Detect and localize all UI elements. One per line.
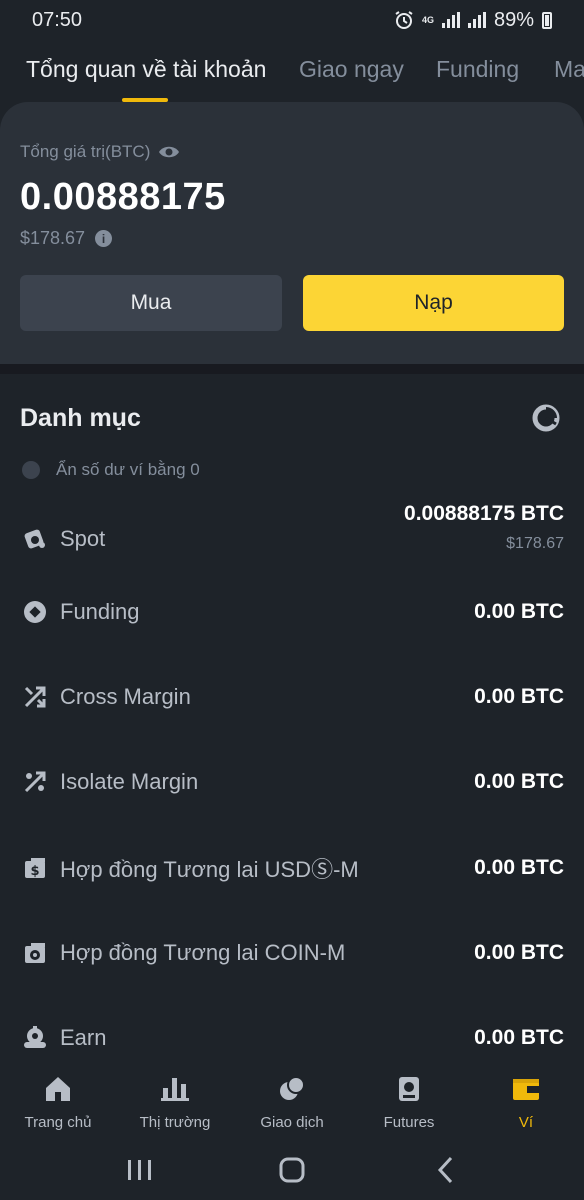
trade-icon <box>280 1076 305 1100</box>
account-row-spot[interactable]: Spot 0.00888175 BTC $178.67 <box>0 496 584 582</box>
markets-icon <box>161 1078 189 1101</box>
alarm-icon <box>395 11 413 29</box>
account-row-cross-margin[interactable]: Cross Margin 0.00 BTC <box>0 667 584 727</box>
eye-icon[interactable] <box>158 144 180 160</box>
usd-futures-icon: $ <box>25 858 45 879</box>
funding-icon <box>24 601 46 623</box>
account-row-usd-futures[interactable]: $ Hợp đồng Tương lai USDⓈ-M 0.00 BTC <box>0 838 584 898</box>
nav-label: Trang chủ <box>24 1114 92 1131</box>
nav-label: Thị trường <box>139 1114 211 1131</box>
account-amount: 0.00 BTC <box>474 941 564 964</box>
account-name: Funding <box>60 599 140 624</box>
account-amount: 0.00 BTC <box>474 770 564 793</box>
system-nav-bar <box>0 1140 584 1200</box>
nav-home[interactable]: Trang chủ <box>0 1064 116 1140</box>
section-divider <box>0 364 584 374</box>
account-name: Earn <box>60 1025 107 1050</box>
nav-label: Ví <box>518 1114 534 1131</box>
account-name: Isolate Margin <box>60 769 199 794</box>
wallet-tabs: Tổng quan về tài khoản Giao ngay Funding… <box>0 48 584 102</box>
total-balance-usd-row: $178.67 i <box>20 228 113 249</box>
nav-trade[interactable]: Giao dịch <box>234 1064 350 1140</box>
home-button-icon[interactable] <box>272 1150 312 1190</box>
wallet-icon <box>513 1079 539 1100</box>
account-row-coin-futures[interactable]: Hợp đồng Tương lai COIN-M 0.00 BTC <box>0 923 584 983</box>
tab-spot[interactable]: Giao ngay <box>299 56 404 83</box>
account-name: Spot <box>60 526 106 551</box>
overview-card: Tổng giá trị(BTC) 0.00888175 $178.67 i M… <box>0 102 584 364</box>
account-amount: 0.00 BTC <box>474 685 564 708</box>
network-type: 4G <box>421 14 434 25</box>
status-bar: 07:50 4G 89% <box>0 0 584 40</box>
total-balance-usd: $178.67 <box>20 228 86 248</box>
tab-overview[interactable]: Tổng quan về tài khoản <box>26 56 266 83</box>
total-balance-label-row: Tổng giá trị(BTC) <box>20 142 180 162</box>
nav-wallet[interactable]: Ví <box>468 1064 584 1140</box>
status-icons: 4G 89% <box>394 9 552 32</box>
nav-label: Futures <box>383 1114 435 1131</box>
cross-margin-icon <box>24 686 46 708</box>
account-amount: 0.00 BTC <box>474 1026 564 1049</box>
coin-futures-icon <box>25 943 45 963</box>
portfolio-title: Danh mục <box>20 404 141 432</box>
total-balance-btc: 0.00888175 <box>20 176 226 218</box>
deposit-button[interactable]: Nạp <box>303 275 564 331</box>
account-row-funding[interactable]: Funding 0.00 BTC <box>0 582 584 642</box>
pie-chart-icon[interactable] <box>532 404 560 432</box>
isolate-margin-icon <box>24 771 46 793</box>
total-balance-label: Tổng giá trị(BTC) <box>20 142 151 161</box>
tab-funding[interactable]: Funding <box>436 56 519 83</box>
account-row-earn[interactable]: Earn 0.00 BTC <box>0 1008 584 1068</box>
nav-label: Giao dịch <box>260 1114 324 1131</box>
earn-icon <box>24 1026 46 1048</box>
hide-zero-radio[interactable] <box>22 461 40 479</box>
hide-zero-balance-toggle[interactable]: Ẩn số dư ví bằng 0 <box>22 460 200 480</box>
svg-text:$: $ <box>30 864 39 879</box>
account-amount: 0.00 BTC <box>474 856 564 879</box>
tab-margin[interactable]: Ma <box>554 56 584 83</box>
status-time: 07:50 <box>32 8 83 31</box>
home-icon <box>46 1077 70 1101</box>
recent-apps-icon[interactable] <box>120 1150 160 1190</box>
buy-button[interactable]: Mua <box>20 275 282 331</box>
account-name: Cross Margin <box>60 684 191 709</box>
account-amount: 0.00 BTC <box>474 600 564 623</box>
back-icon[interactable] <box>426 1150 466 1190</box>
info-icon[interactable]: i <box>95 230 113 247</box>
account-name: Hợp đồng Tương lai USDⓈ-M <box>60 857 359 882</box>
account-amount: 0.00888175 BTC <box>404 502 564 525</box>
nav-futures[interactable]: Futures <box>351 1064 467 1140</box>
account-name: Hợp đồng Tương lai COIN-M <box>60 940 346 965</box>
account-row-isolate-margin[interactable]: Isolate Margin 0.00 BTC <box>0 752 584 812</box>
battery-percent: 89% <box>493 8 534 31</box>
bottom-nav: Trang chủ Thị trường Giao dịch Futures V… <box>0 1064 584 1140</box>
nav-markets[interactable]: Thị trường <box>117 1064 233 1140</box>
battery-icon <box>542 11 552 29</box>
account-usd: $178.67 <box>506 535 564 552</box>
signal-icon-2 <box>467 12 486 28</box>
futures-icon <box>399 1077 419 1101</box>
hide-zero-label: Ẩn số dư ví bằng 0 <box>56 460 200 479</box>
signal-icon <box>441 12 460 28</box>
spot-icon <box>24 529 45 549</box>
